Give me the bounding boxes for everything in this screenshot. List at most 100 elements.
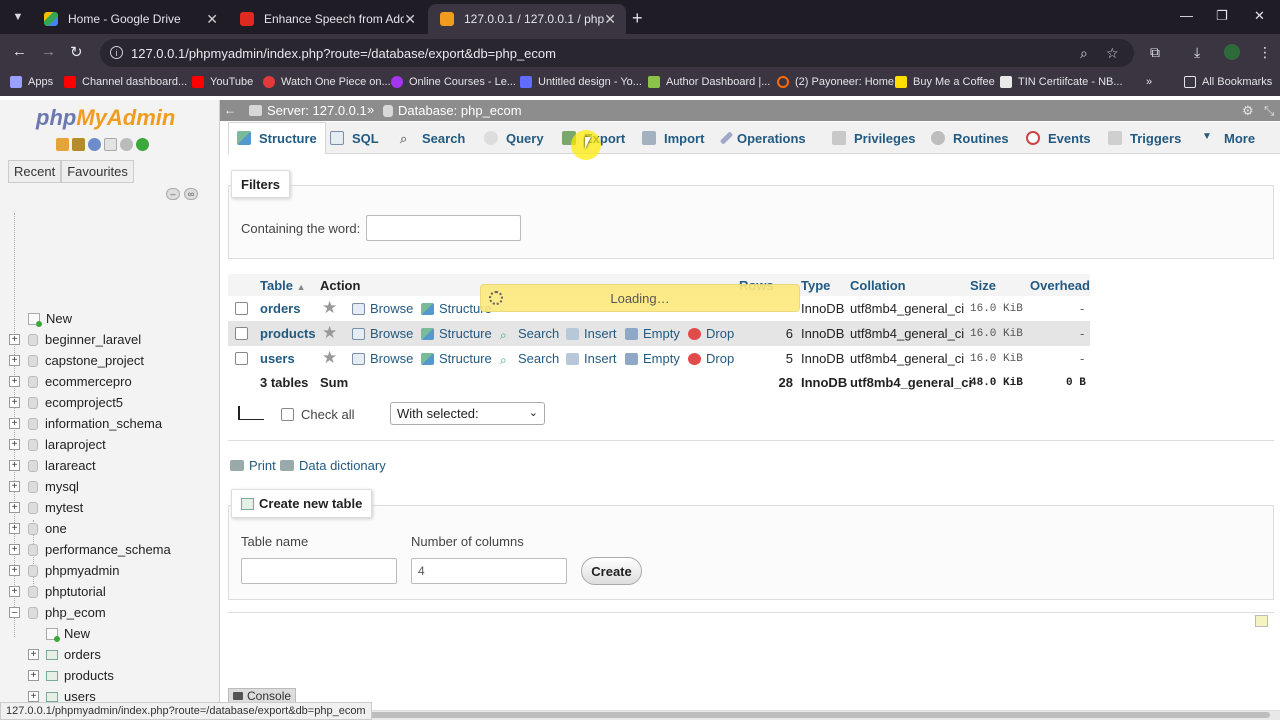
favorite-star-icon[interactable]: ★ bbox=[322, 323, 337, 343]
expand-plus-icon[interactable]: + bbox=[9, 586, 20, 597]
show-panel-icon[interactable] bbox=[1255, 615, 1268, 627]
header-type[interactable]: Type bbox=[801, 278, 830, 293]
tree-item-new-table[interactable]: New bbox=[46, 623, 90, 644]
print-link[interactable]: Print bbox=[230, 458, 276, 473]
expand-plus-icon[interactable]: + bbox=[9, 565, 20, 576]
tree-item-database[interactable]: phptutorial bbox=[28, 581, 106, 602]
tree-item-database[interactable]: mysql bbox=[28, 476, 79, 497]
tree-item-database[interactable]: phpmyadmin bbox=[28, 560, 119, 581]
bookmark-one-piece[interactable]: Watch One Piece on... bbox=[263, 76, 391, 88]
favorite-star-icon[interactable]: ★ bbox=[322, 348, 337, 368]
browser-menu-kebab-icon[interactable]: ⋮ bbox=[1258, 44, 1272, 61]
download-icon[interactable]: ⤓ bbox=[1194, 44, 1200, 61]
expand-plus-icon[interactable]: + bbox=[9, 376, 20, 387]
tree-item-table[interactable]: orders bbox=[46, 644, 101, 665]
collapse-all-icon[interactable]: – bbox=[166, 188, 180, 200]
table-name-link[interactable]: products bbox=[260, 326, 316, 341]
expand-plus-icon[interactable]: + bbox=[9, 334, 20, 345]
action-browse[interactable]: Browse bbox=[352, 326, 413, 341]
tree-item-database[interactable]: beginner_laravel bbox=[28, 329, 141, 350]
documentation-icon[interactable] bbox=[104, 138, 117, 151]
header-overhead[interactable]: Overhead bbox=[1030, 278, 1090, 293]
action-search[interactable]: ⌕ Search bbox=[500, 326, 559, 342]
table-name-input[interactable] bbox=[241, 558, 397, 584]
action-structure[interactable]: Structure bbox=[421, 326, 492, 341]
action-browse[interactable]: Browse bbox=[352, 351, 413, 366]
tree-item-database[interactable]: performance_schema bbox=[28, 539, 171, 560]
tree-item-database-current[interactable]: php_ecom bbox=[28, 602, 106, 623]
zoom-magnifier-icon[interactable]: ⌕ bbox=[1080, 45, 1088, 62]
help-icon[interactable] bbox=[88, 138, 101, 151]
browser-tab-adobe[interactable]: Enhance Speech from Adobe | F ✕ bbox=[228, 4, 426, 34]
number-of-columns-input[interactable]: 4 bbox=[411, 558, 567, 584]
tab-more[interactable]: ▼ More bbox=[1202, 122, 1255, 154]
bookmarks-overflow-chevron-icon[interactable]: » bbox=[1146, 76, 1152, 88]
page-settings-gear-icon[interactable]: ⚙ bbox=[1242, 103, 1254, 119]
breadcrumb-database[interactable]: Database: php_ecom bbox=[383, 103, 522, 118]
close-tab-icon[interactable]: ✕ bbox=[404, 11, 416, 28]
tab-query[interactable]: Query bbox=[484, 122, 544, 154]
extensions-icon[interactable]: ⧉ bbox=[1150, 44, 1160, 61]
action-empty[interactable]: Empty bbox=[625, 351, 680, 366]
close-tab-icon[interactable]: ✕ bbox=[604, 11, 616, 28]
bookmark-payoneer[interactable]: (2) Payoneer: Home bbox=[777, 76, 894, 88]
tab-operations[interactable]: Operations bbox=[719, 122, 806, 154]
action-search[interactable]: ⌕ Search bbox=[500, 351, 559, 367]
logout-icon[interactable] bbox=[72, 138, 85, 151]
tab-sql[interactable]: SQL bbox=[330, 122, 379, 154]
create-table-button[interactable]: Create bbox=[581, 557, 642, 585]
bookmark-star-icon[interactable]: ☆ bbox=[1106, 45, 1119, 62]
bookmark-untitled-design[interactable]: Untitled design - Yo... bbox=[520, 76, 642, 88]
restore-window-icon[interactable]: ❐ bbox=[1216, 8, 1228, 24]
bookmark-author-dashboard[interactable]: Author Dashboard |... bbox=[648, 76, 770, 88]
tab-events[interactable]: Events bbox=[1026, 122, 1091, 154]
close-window-icon[interactable]: ✕ bbox=[1254, 8, 1265, 24]
home-icon[interactable] bbox=[56, 138, 69, 151]
favorite-star-icon[interactable]: ★ bbox=[322, 298, 337, 318]
close-tab-icon[interactable]: ✕ bbox=[206, 11, 218, 28]
tree-item-database[interactable]: ecomproject5 bbox=[28, 392, 123, 413]
browser-tab-google-drive[interactable]: Home - Google Drive ✕ bbox=[32, 4, 228, 34]
bookmark-youtube[interactable]: YouTube bbox=[192, 76, 253, 88]
site-info-icon[interactable]: i bbox=[110, 46, 123, 59]
bookmark-buy-me-a-coffee[interactable]: Buy Me a Coffee bbox=[895, 76, 995, 88]
expand-plus-icon[interactable]: + bbox=[9, 418, 20, 429]
collapse-minus-icon[interactable]: – bbox=[9, 607, 20, 618]
expand-plus-icon[interactable]: + bbox=[9, 523, 20, 534]
bookmark-tin-certificate[interactable]: TIN Certiifcate - NB... bbox=[1000, 76, 1123, 88]
expand-plus-icon[interactable]: + bbox=[28, 691, 39, 702]
action-structure[interactable]: Structure bbox=[421, 351, 492, 366]
tab-structure[interactable]: Structure bbox=[228, 122, 326, 154]
expand-plus-icon[interactable]: + bbox=[9, 502, 20, 513]
tab-routines[interactable]: Routines bbox=[931, 122, 1009, 154]
data-dictionary-link[interactable]: Data dictionary bbox=[280, 458, 386, 473]
profile-avatar-icon[interactable] bbox=[1224, 44, 1240, 60]
browser-tab-phpmyadmin[interactable]: 127.0.0.1 / 127.0.0.1 / php_ecom ✕ bbox=[428, 4, 626, 34]
all-bookmarks-folder[interactable]: All Bookmarks bbox=[1184, 76, 1272, 88]
tab-recent[interactable]: Recent bbox=[8, 160, 62, 183]
link-with-main-icon[interactable]: ∞ bbox=[184, 188, 198, 200]
expand-plus-icon[interactable]: + bbox=[9, 439, 20, 450]
tree-item-database[interactable]: larareact bbox=[28, 455, 96, 476]
expand-plus-icon[interactable]: + bbox=[9, 481, 20, 492]
tree-item-database[interactable]: one bbox=[28, 518, 67, 539]
with-selected-dropdown[interactable]: With selected: ⌄ bbox=[390, 402, 545, 425]
expand-plus-icon[interactable]: + bbox=[28, 670, 39, 681]
action-empty[interactable]: Empty bbox=[625, 326, 680, 341]
settings-gear-icon[interactable] bbox=[120, 138, 133, 151]
reload-navigation-icon[interactable] bbox=[136, 138, 149, 151]
expand-plus-icon[interactable]: + bbox=[9, 460, 20, 471]
tree-item-database[interactable]: mytest bbox=[28, 497, 83, 518]
row-checkbox[interactable] bbox=[235, 352, 248, 365]
tree-item-new-database[interactable]: New bbox=[28, 308, 72, 329]
tab-triggers[interactable]: Triggers bbox=[1108, 122, 1181, 154]
header-size[interactable]: Size bbox=[970, 278, 996, 293]
check-all-checkbox[interactable] bbox=[281, 408, 294, 421]
tree-item-table[interactable]: products bbox=[46, 665, 114, 686]
action-drop[interactable]: Drop bbox=[688, 326, 734, 341]
address-bar[interactable]: i 127.0.0.1/phpmyadmin/index.php?route=/… bbox=[100, 39, 1134, 67]
collapse-header-icon[interactable]: ⤡ bbox=[1264, 103, 1274, 119]
reload-icon[interactable]: ↻ bbox=[70, 43, 83, 61]
size-value[interactable]: 16.0 KiB bbox=[970, 303, 1023, 315]
tab-search-chevron-icon[interactable]: ▼ bbox=[8, 7, 28, 27]
